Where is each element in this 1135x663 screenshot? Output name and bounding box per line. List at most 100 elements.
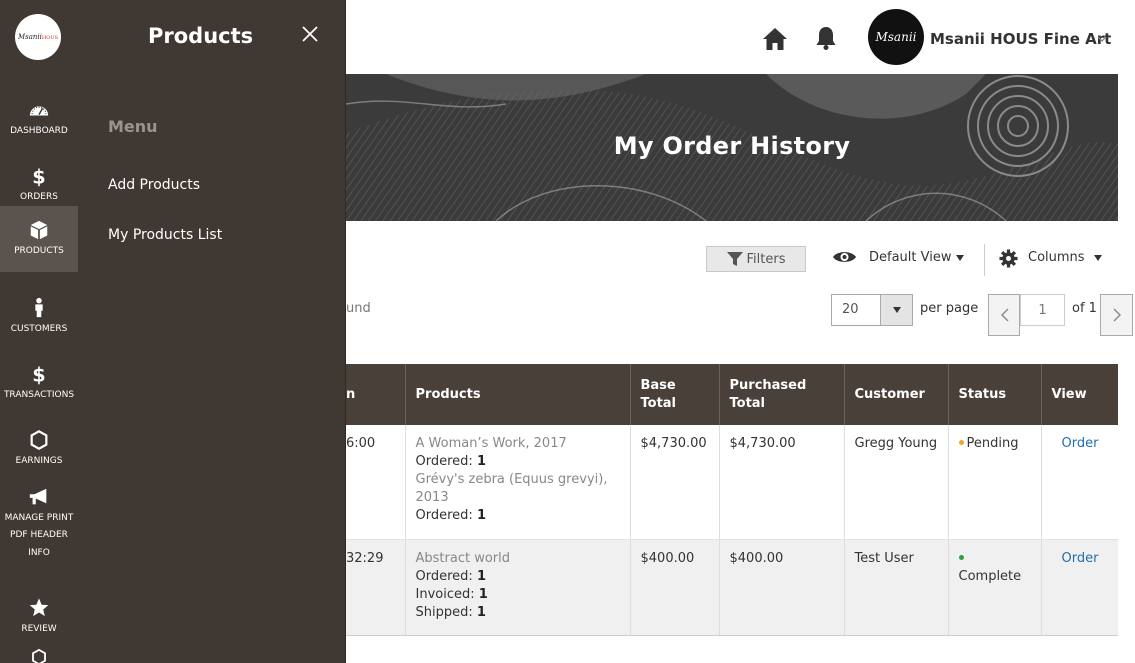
table-row: 32:29 Abstract world Ordered: 1 Invoiced… — [346, 539, 1118, 636]
per-page-label: per page — [920, 301, 979, 316]
icon-rail: MsaniiHOUS DASHBOARD $ ORDERS PRODUCTS C… — [0, 0, 78, 663]
view-order-link[interactable]: Order — [1052, 435, 1109, 453]
rail-label: CUSTOMERS — [10, 323, 68, 334]
rail-item-more[interactable] — [0, 648, 78, 663]
rail-item-transactions[interactable]: $ TRANSACTIONS — [0, 350, 78, 416]
rail-label: INFO — [28, 547, 50, 558]
column-header-base-total[interactable]: Base Total — [630, 364, 720, 425]
chevron-left-icon — [1001, 308, 1009, 322]
home-icon[interactable] — [762, 26, 788, 52]
product-shipped: Shipped: 1 — [415, 604, 486, 620]
cell-purchased-total: $400.00 — [719, 539, 845, 636]
page-title: My Order History — [613, 132, 851, 160]
svg-text:$: $ — [32, 165, 45, 187]
close-icon[interactable] — [300, 24, 320, 44]
svg-text:$: $ — [32, 363, 45, 385]
rail-label: PRODUCTS — [14, 245, 64, 256]
flyout-link-my-products-list[interactable]: My Products List — [108, 227, 222, 243]
total-pages-label: of 1 — [1072, 301, 1097, 316]
cell-date: 32:29 — [346, 539, 406, 636]
cell-status: Complete — [948, 539, 1042, 636]
filter-icon — [726, 252, 743, 266]
flyout-menu-heading: Menu — [108, 117, 158, 136]
rail-item-review[interactable]: REVIEW — [0, 584, 78, 650]
status-badge: Pending — [966, 436, 1019, 451]
megaphone-icon — [29, 488, 47, 505]
speedometer-icon — [29, 105, 49, 115]
column-header-customer[interactable]: Customer — [844, 364, 949, 425]
cell-status: Pending — [948, 425, 1042, 540]
rail-label: PDF HEADER — [10, 530, 68, 541]
cell-purchased-total: $4,730.00 — [719, 425, 845, 540]
per-page-toggle[interactable] — [880, 295, 912, 325]
rail-item-earnings[interactable]: EARNINGS — [0, 416, 78, 482]
table-row: 6:00 A Woman’s Work, 2017 Ordered: 1 Gré… — [346, 425, 1118, 540]
rail-item-customers[interactable]: CUSTOMERS — [0, 284, 78, 350]
flyout-title: Products — [148, 24, 254, 48]
orders-table: n Products Base Total Purchased Total Cust… — [346, 364, 1118, 636]
view-order-link[interactable]: Order — [1052, 550, 1109, 568]
cell-customer: Test User — [844, 539, 949, 636]
account-name[interactable]: Msanii HOUS Fine Art — [930, 30, 1111, 48]
product-qty: Ordered: 1 — [415, 508, 486, 523]
column-header-date[interactable]: n — [346, 364, 406, 425]
avatar-text: Msanii — [875, 30, 917, 44]
chevron-right-icon — [1113, 308, 1121, 322]
rail-label: DASHBOARD — [10, 125, 68, 136]
product-name[interactable]: Abstract world — [416, 550, 620, 568]
status-dot — [958, 440, 964, 445]
rail-label: ORDERS — [20, 191, 58, 202]
column-header-status[interactable]: Status — [948, 364, 1042, 425]
cell-products: Abstract world Ordered: 1 Invoiced: 1 Sh… — [405, 539, 631, 636]
hexagon-icon — [30, 429, 48, 450]
caret-down-icon[interactable] — [956, 255, 964, 261]
columns-dropdown[interactable]: Columns — [1028, 250, 1085, 265]
dollar-icon: $ — [32, 363, 45, 385]
hexagon-icon — [32, 648, 46, 663]
cell-view: Order — [1041, 425, 1118, 540]
product-invoiced: Invoiced: 1 — [415, 586, 488, 602]
products-flyout: Products Menu Add Products My Products L… — [78, 0, 346, 663]
flyout-link-add-products[interactable]: Add Products — [108, 177, 200, 193]
filters-button[interactable]: Filters — [706, 246, 806, 272]
rail-label: TRANSACTIONS — [3, 389, 75, 400]
cell-customer: Gregg Young — [844, 425, 949, 540]
caret-down-icon[interactable] — [1094, 255, 1102, 261]
product-name[interactable]: A Woman’s Work, 2017 — [416, 435, 620, 453]
rail-item-products[interactable]: PRODUCTS — [0, 206, 78, 272]
rail-item-dashboard[interactable]: DASHBOARD — [0, 86, 78, 152]
product-qty: Ordered: 1 — [415, 568, 486, 584]
avatar[interactable]: Msanii — [868, 9, 924, 65]
gear-icon[interactable] — [999, 249, 1018, 268]
rail-label: EARNINGS — [15, 455, 63, 466]
status-dot — [958, 554, 964, 560]
rail-label: MANAGE PRINT — [4, 512, 74, 523]
dollar-icon: $ — [32, 165, 45, 187]
per-page-value: 20 — [842, 302, 859, 317]
column-header-products[interactable]: Products — [405, 364, 631, 425]
filters-label: Filters — [746, 251, 786, 267]
column-header-purchased-total[interactable]: Purchased Total — [719, 364, 845, 425]
next-page-button[interactable] — [1100, 294, 1133, 336]
default-view-dropdown[interactable]: Default View — [869, 250, 951, 265]
box-icon — [30, 220, 48, 239]
per-page-select[interactable]: 20 — [831, 294, 913, 326]
eye-icon[interactable] — [832, 249, 857, 265]
previous-page-button[interactable] — [988, 294, 1020, 336]
star-icon — [29, 597, 49, 616]
logo-text: MsaniiHOUS — [17, 33, 59, 41]
product-qty: Ordered: 1 — [415, 454, 486, 469]
product-name[interactable]: Grévy's zebra (Equus grevyi), 2013 — [416, 471, 620, 507]
toolbar-divider — [984, 244, 985, 276]
current-page-input[interactable] — [1020, 294, 1065, 326]
cell-date: 6:00 — [346, 425, 406, 540]
rail-label: REVIEW — [21, 623, 57, 634]
bell-icon[interactable] — [815, 25, 837, 51]
rail-item-manage-print-pdf-header[interactable]: MANAGE PRINT PDF HEADER INFO — [0, 484, 78, 564]
chevron-down-icon[interactable] — [1097, 35, 1107, 43]
page-banner: My Order History — [346, 74, 1118, 221]
records-found-text: und — [346, 301, 371, 316]
column-header-view: View — [1041, 364, 1118, 425]
brand-logo[interactable]: MsaniiHOUS — [15, 14, 61, 60]
cell-base-total: $400.00 — [630, 539, 720, 636]
